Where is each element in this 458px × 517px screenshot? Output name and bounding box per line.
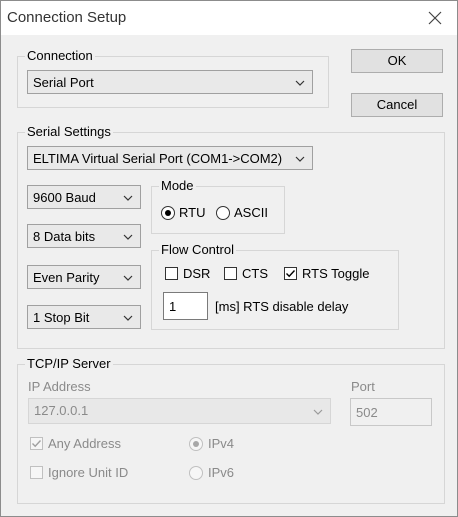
connection-setup-dialog: Connection Setup Connection Serial Port … (0, 0, 458, 517)
dsr-checkbox[interactable] (165, 267, 178, 280)
data-bits-value: 8 Data bits (33, 229, 96, 244)
baud-rate-value: 9600 Baud (33, 190, 96, 205)
rts-toggle-checkbox[interactable] (284, 267, 297, 280)
serial-port-value: ELTIMA Virtual Serial Port (COM1->COM2) (33, 151, 283, 166)
rts-delay-label: [ms] RTS disable delay (215, 299, 349, 314)
port-input[interactable]: 502 (350, 398, 432, 426)
radio-dot-icon (165, 210, 171, 216)
chevron-down-icon (123, 275, 133, 281)
window-title: Connection Setup (7, 9, 127, 26)
baud-rate-select[interactable]: 9600 Baud (27, 185, 141, 209)
ip-address-value: 127.0.0.1 (34, 403, 89, 418)
title-bar: Connection Setup (1, 1, 457, 35)
parity-select[interactable]: Even Parity (27, 265, 141, 289)
ip-address-label: IP Address (28, 379, 91, 394)
rtu-radio[interactable] (161, 206, 175, 220)
rts-delay-value: 1 (169, 299, 177, 314)
dsr-label[interactable]: DSR (183, 266, 210, 281)
rts-toggle-label[interactable]: RTS Toggle (302, 266, 369, 281)
serial-port-select[interactable]: ELTIMA Virtual Serial Port (COM1->COM2) (27, 146, 313, 170)
close-button[interactable] (421, 5, 449, 31)
checkmark-icon (286, 270, 296, 278)
connection-type-value: Serial Port (33, 75, 94, 90)
cts-label[interactable]: CTS (242, 266, 268, 281)
ascii-label[interactable]: ASCII (234, 205, 268, 220)
ipv6-radio[interactable] (189, 466, 203, 480)
stop-bits-select[interactable]: 1 Stop Bit (27, 305, 141, 329)
port-value: 502 (356, 405, 378, 420)
flow-control-legend: Flow Control (159, 242, 236, 257)
any-address-label[interactable]: Any Address (48, 436, 121, 451)
rts-delay-input[interactable]: 1 (163, 292, 208, 320)
stop-bits-value: 1 Stop Bit (33, 310, 90, 325)
cts-checkbox[interactable] (224, 267, 237, 280)
rtu-label[interactable]: RTU (179, 205, 205, 220)
radio-dot-icon (193, 441, 199, 447)
connection-legend: Connection (25, 48, 95, 63)
ip-address-select[interactable]: 127.0.0.1 (28, 398, 331, 424)
tcp-ip-server-legend: TCP/IP Server (25, 356, 113, 371)
serial-settings-legend: Serial Settings (25, 124, 113, 139)
chevron-down-icon (123, 234, 133, 240)
chevron-down-icon (123, 315, 133, 321)
chevron-down-icon (295, 156, 305, 162)
ipv4-label[interactable]: IPv4 (208, 436, 234, 451)
ipv4-radio[interactable] (189, 437, 203, 451)
cancel-button[interactable]: Cancel (351, 93, 443, 117)
ignore-unit-id-label[interactable]: Ignore Unit ID (48, 465, 128, 480)
checkmark-icon (32, 440, 42, 448)
chevron-down-icon (123, 195, 133, 201)
parity-value: Even Parity (33, 270, 100, 285)
any-address-checkbox[interactable] (30, 437, 43, 450)
data-bits-select[interactable]: 8 Data bits (27, 224, 141, 248)
connection-type-select[interactable]: Serial Port (27, 70, 313, 94)
ascii-radio[interactable] (216, 206, 230, 220)
port-label: Port (351, 379, 375, 394)
mode-legend: Mode (159, 178, 196, 193)
ignore-unit-id-checkbox[interactable] (30, 466, 43, 479)
chevron-down-icon (313, 409, 323, 415)
close-icon (428, 11, 442, 25)
ok-button[interactable]: OK (351, 49, 443, 73)
ipv6-label[interactable]: IPv6 (208, 465, 234, 480)
chevron-down-icon (295, 80, 305, 86)
